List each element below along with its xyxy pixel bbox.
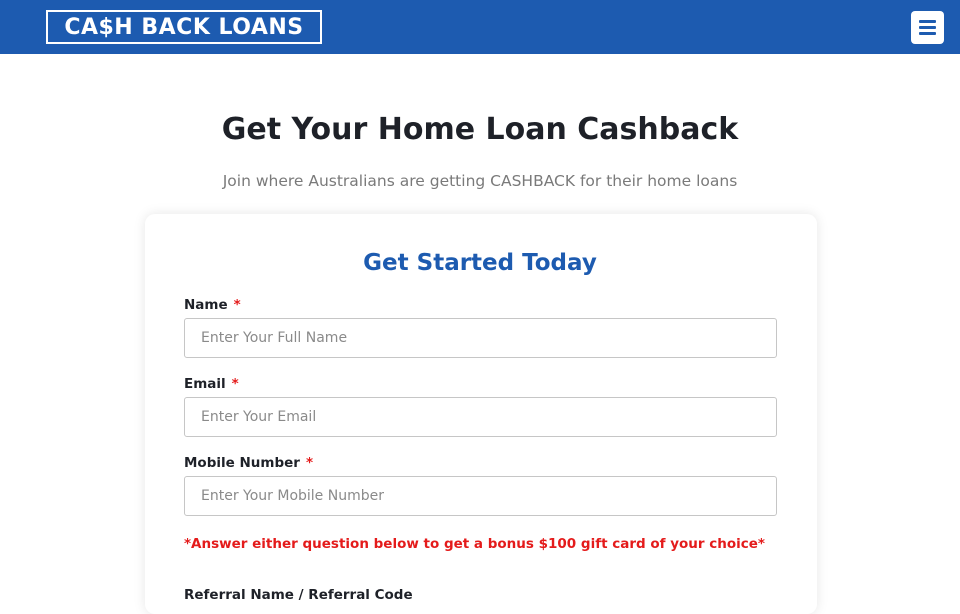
menu-bar xyxy=(919,20,936,23)
required-marker: * xyxy=(231,376,239,392)
form-title: Get Started Today xyxy=(363,250,597,276)
menu-bar xyxy=(919,32,936,35)
page-title: Get Your Home Loan Cashback xyxy=(221,112,739,147)
mobile-input[interactable] xyxy=(184,476,777,516)
mobile-label-text: Mobile Number xyxy=(184,455,300,471)
bonus-note: *Answer either question below to get a b… xyxy=(184,536,765,552)
site-header: CA$H BACK LOANS xyxy=(0,0,960,54)
name-field-label: Name * xyxy=(184,297,241,313)
email-field-label: Email * xyxy=(184,376,239,392)
email-input[interactable] xyxy=(184,397,777,437)
email-label-text: Email xyxy=(184,376,226,392)
mobile-field-label: Mobile Number * xyxy=(184,455,313,471)
referral-field-label: Referral Name / Referral Code xyxy=(184,587,413,603)
hamburger-menu-icon[interactable] xyxy=(911,11,944,44)
page-subtitle: Join where Australians are getting CASHB… xyxy=(222,172,738,190)
required-marker: * xyxy=(305,455,313,471)
required-marker: * xyxy=(233,297,241,313)
menu-bar xyxy=(919,26,936,29)
logo[interactable]: CA$H BACK LOANS xyxy=(46,10,322,44)
name-label-text: Name xyxy=(184,297,228,313)
name-input[interactable] xyxy=(184,318,777,358)
